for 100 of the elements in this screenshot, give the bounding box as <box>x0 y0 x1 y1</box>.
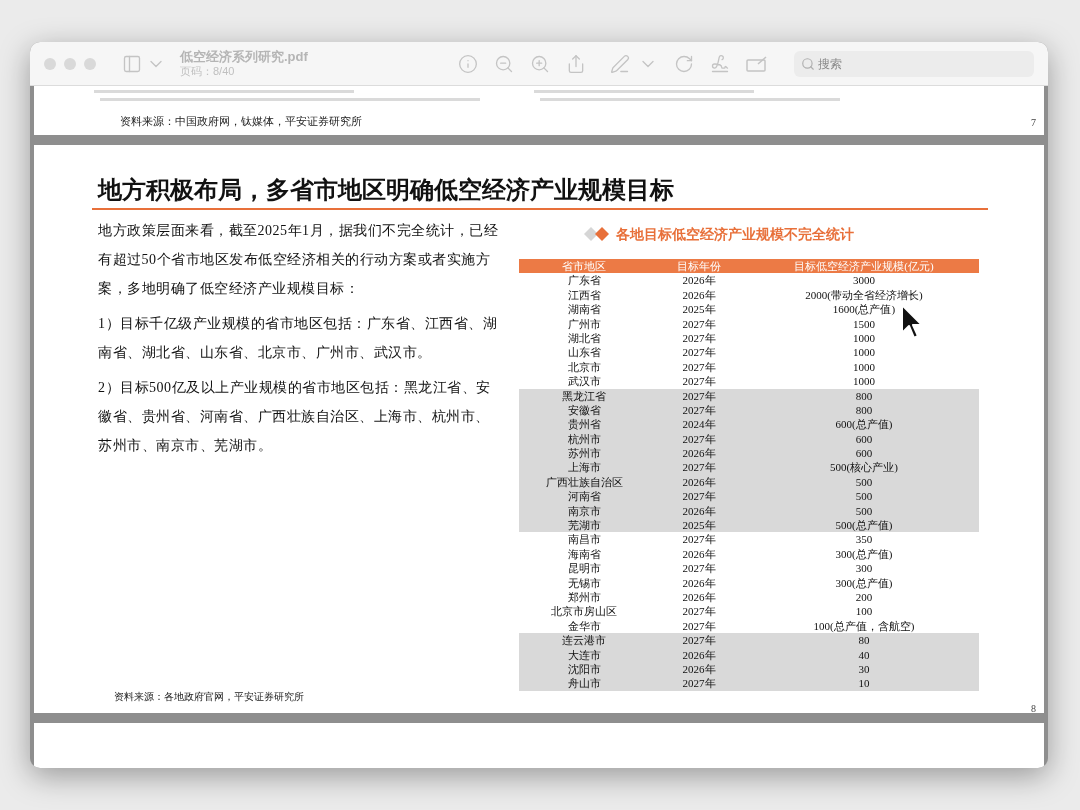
pen-icon[interactable] <box>609 53 630 74</box>
table-cell-text: 连云港市 <box>561 633 607 648</box>
source-note: 资料来源：各地政府官网，平安证券研究所 <box>114 691 304 702</box>
table-cell-text: 昆明市 <box>566 561 602 576</box>
table-cell-text: 1600(总产值) <box>831 302 897 317</box>
info-icon[interactable] <box>457 53 478 74</box>
search-icon <box>800 56 815 71</box>
table-cell-text: 2027年 <box>681 532 717 547</box>
table-cell-text: 100 <box>854 604 874 619</box>
table-cell-text: 北京市房山区 <box>550 604 618 619</box>
table-cell-text: 2025年 <box>681 302 717 317</box>
body-paragraph: 2）目标500亿及以上产业规模的省市地区包括：黑龙江省、安徽省、贵州省、河南省、广西壮族自治区、上海市、杭州市、苏州市、南京市、芜湖市。 <box>98 379 492 455</box>
table-cell-text: 2027年 <box>681 359 717 375</box>
table-cell-text: 2027年 <box>681 316 717 331</box>
table-cell-text: 2027年 <box>681 345 717 360</box>
table-cell-text: 2026年 <box>681 446 717 461</box>
table-cell-text: 300 <box>854 561 874 576</box>
table-cell-text: 2026年 <box>681 647 717 662</box>
table-cell-text: 1000 <box>852 345 876 360</box>
table-cell-text: 2027年 <box>681 676 717 691</box>
table-cell-text: 2027年 <box>681 604 717 619</box>
table-cell-text: 80 <box>857 633 871 648</box>
table-cell-text: 30 <box>857 661 871 677</box>
table-cell-text: 湖南省 <box>566 302 602 317</box>
source-note: 资料来源：中国政府网，钛媒体，平安证券研究所 <box>120 114 362 129</box>
table-cell-text: 广东省 <box>566 273 602 288</box>
column-header: 目标年份 <box>676 259 722 274</box>
table-cell-text: 金华市 <box>566 618 602 634</box>
table-cell-text: 2027年 <box>681 633 717 648</box>
table-caption: 各地目标低空经济产业规模不完全统计 <box>616 225 854 244</box>
table-cell-text: 2027年 <box>681 618 717 634</box>
minimize-button[interactable] <box>64 57 76 70</box>
table-cell-text: 2027年 <box>681 460 717 475</box>
column-header: 目标低空经济产业规模(亿元) <box>793 259 935 274</box>
table-cell-text: 600 <box>854 446 874 461</box>
table-cell-text: 广州市 <box>566 316 602 331</box>
body-paragraph: 1）目标千亿级产业规模的省市地区包括：广东省、江西省、湖南省、湖北省、山东省、北京市、广州市、武汉市。 <box>98 315 498 362</box>
table-cell-text: 500(核心产业) <box>829 460 899 475</box>
table-cell-text: 40 <box>857 647 871 662</box>
table-cell-text: 北京市 <box>566 359 602 375</box>
zoom-in-icon[interactable] <box>529 53 550 74</box>
table-cell-text: 贵州省 <box>566 417 602 432</box>
table-cell-text: 800 <box>854 388 874 403</box>
page-number: 7 <box>1031 115 1036 130</box>
table-cell-text: 2027年 <box>681 374 717 389</box>
table-cell-text: 2026年 <box>681 273 717 288</box>
table-cell-text: 1000 <box>852 330 876 346</box>
table-cell-text: 2026年 <box>681 661 717 677</box>
table-cell-text: 2027年 <box>681 431 717 447</box>
table-cell-text: 海南省 <box>566 546 602 562</box>
table-cell-text: 2026年 <box>681 546 717 562</box>
table-cell-text: 郑州市 <box>566 590 602 605</box>
page-heading: 地方积极布局，多省市地区明确低空经济产业规模目标 <box>98 176 675 205</box>
table-cell-text: 江西省 <box>566 287 602 303</box>
table-cell-text: 南昌市 <box>566 532 602 547</box>
markup-box-icon[interactable] <box>745 54 768 73</box>
table-cell-text: 广西壮族自治区 <box>544 474 624 490</box>
table-cell-text: 1000 <box>852 374 876 389</box>
sidebar-icon[interactable] <box>122 53 142 74</box>
table-cell-text: 2026年 <box>681 590 717 605</box>
table-cell-text: 600 <box>854 431 874 447</box>
zoom-button[interactable] <box>84 57 96 70</box>
column-header: 省市地区 <box>561 259 607 274</box>
table-cell-text: 3000 <box>852 273 876 288</box>
zoom-out-icon[interactable] <box>493 53 514 74</box>
table-cell-text: 南京市 <box>566 503 602 519</box>
table-cell-text: 沈阳市 <box>566 661 602 677</box>
table-cell-text: 武汉市 <box>566 374 602 389</box>
table-cell-text: 2024年 <box>681 417 717 432</box>
table-cell-text: 500 <box>854 489 874 504</box>
table-cell-text: 200 <box>854 590 874 605</box>
table-cell-text: 350 <box>854 532 874 547</box>
table-cell-text: 1000 <box>852 359 876 375</box>
window-title: 低空经济系列研究.pdf <box>180 48 308 65</box>
table-cell-text: 湖北省 <box>566 330 602 346</box>
table-cell-text: 上海市 <box>566 460 602 475</box>
close-button[interactable] <box>44 57 56 70</box>
table-cell-text: 300(总产值) <box>834 575 894 590</box>
table-cell-text: 2026年 <box>681 575 717 590</box>
search-field[interactable]: 搜索 <box>793 50 1034 77</box>
table-cell-text: 黑龙江省 <box>561 388 607 403</box>
table-cell-text: 苏州市 <box>566 446 602 461</box>
table-cell-text: 山东省 <box>566 345 602 360</box>
table-cell-text: 800 <box>854 402 874 418</box>
signature-icon[interactable] <box>709 53 730 74</box>
rotate-icon[interactable] <box>673 53 694 74</box>
table-cell-text: 2000(带动全省经济增长) <box>804 287 924 303</box>
table-cell-text: 2026年 <box>681 287 717 303</box>
table-cell-text: 芜湖市 <box>566 518 602 533</box>
table-cell-text: 500 <box>854 474 874 490</box>
page-number: 8 <box>1031 703 1036 714</box>
table-cell-text: 1500 <box>852 316 876 331</box>
table-cell-text: 2025年 <box>681 518 717 533</box>
table-cell-text: 大连市 <box>566 647 602 662</box>
table-cell-text: 10 <box>857 676 871 691</box>
table-cell-text: 杭州市 <box>566 431 602 447</box>
table-cell-text: 600(总产值) <box>834 417 894 432</box>
table-cell-text: 2027年 <box>681 330 717 346</box>
table-cell-text: 2027年 <box>681 489 717 504</box>
table-cell-text: 2026年 <box>681 474 717 490</box>
